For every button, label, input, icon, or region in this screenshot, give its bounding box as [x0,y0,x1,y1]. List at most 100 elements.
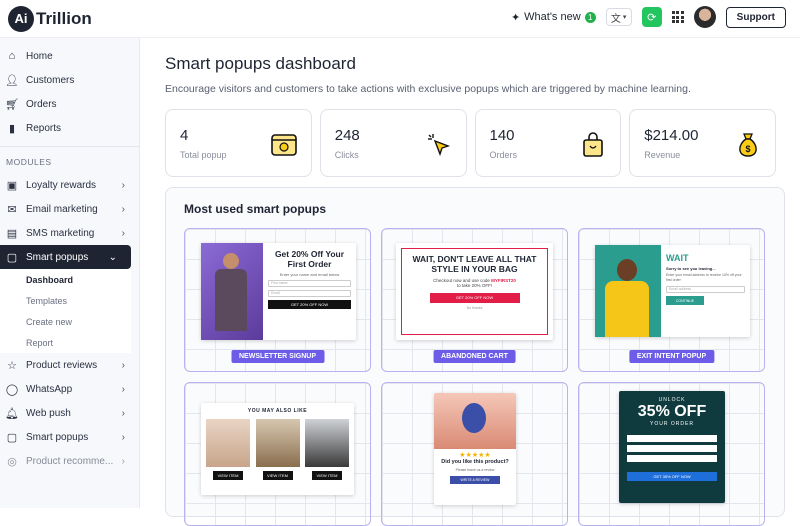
sidebar-item-customers[interactable]: 👤︎ Customers [0,68,139,92]
chevron-right-icon: › [121,179,125,191]
email-field: Email address [666,286,745,294]
popup-card-also-like[interactable]: YOU MAY ALSO LIKE VIEW ITEM VIEW ITEM VI… [184,382,371,526]
popup-icon: ▢ [6,251,18,264]
most-used-popups-panel: Most used smart popups Get 20% Off Your … [165,187,785,526]
sidebar-item-label: Web push [26,407,71,419]
sidebar-item-label: Orders [26,98,57,110]
browser-window-icon [270,132,297,158]
popup-cta-button: CONTINUE [666,296,704,306]
sidebar-item-label: Email marketing [26,203,98,215]
whats-new-button[interactable]: ✦ What's new 1 [511,11,596,24]
sidebar-item-label: Customers [26,74,75,86]
logo[interactable]: Ai Trillion [8,5,92,32]
shopping-bag-icon [580,132,606,158]
page-description: Encourage visitors and customers to take… [165,83,691,95]
view-item-button: VIEW ITEM [312,471,342,480]
cart-icon: 🛒︎ [5,98,19,111]
popup-preview: Get 20% Off Your First Order Enter your … [201,243,356,340]
sidebar-item-label: Product recomme... [26,455,114,467]
popup-cta-button: GET 35% OFF NOW [627,471,717,481]
popup-card-review[interactable]: ★★★★★ Did you like this product? Please … [381,382,568,526]
logo-mark: Ai [8,5,34,32]
submenu-create-new[interactable]: Create new [0,311,131,332]
page-title: Smart popups dashboard [165,54,356,73]
svg-text:$: $ [745,144,750,154]
sidebar-item-orders[interactable]: 🛒︎ Orders [0,92,139,116]
sidebar-item-label: Smart popups [26,431,89,443]
stat-card-total-popup: 4 Total popup [165,109,312,177]
chevron-down-icon: ⌄ [108,251,117,263]
whatsapp-icon: ◯ [5,383,19,396]
sidebar-item-loyalty-rewards[interactable]: ▣ Loyalty rewards › [0,173,139,197]
view-item-button: VIEW ITEM [213,471,243,480]
main-content: Smart popups dashboard Encourage visitor… [141,38,800,526]
popup-type-tag: EXIT INTENT POPUP [628,350,715,363]
sidebar-item-smart-popups-2[interactable]: ▢ Smart popups › [0,425,139,449]
refresh-icon: ⟳ [647,11,657,24]
support-button[interactable]: Support [725,6,786,28]
stats-row: 4 Total popup 248 Clicks 140 Orders $214… [165,109,776,177]
model-photo [434,393,516,449]
modules-heading: MODULES [0,146,139,173]
sidebar-item-web-push[interactable]: 🔔︎ Web push › [0,401,139,425]
form-field [627,454,717,462]
popup-subtext: Sorry to see you leaving... [666,266,716,271]
whats-new-count-badge: 1 [584,11,596,23]
top-header: Ai Trillion ✦ What's new 1 文 ▾ ⟳ Support [0,0,800,38]
sparkle-icon: ✦ [510,11,521,24]
user-avatar[interactable] [693,6,716,28]
popup-preview: UNLOCK 35% OFF YOUR ORDER GET 35% OFF NO… [619,391,725,503]
sidebar-item-product-reviews[interactable]: ☆ Product reviews › [0,353,139,377]
popup-preview: WAIT Sorry to see you leaving... Enter y… [595,245,750,337]
gift-icon: ▣ [6,179,18,192]
popup-headline: Did you like this product? [441,459,509,465]
sidebar-item-sms-marketing[interactable]: ▤ SMS marketing › [0,221,139,245]
popup-headline: Get 20% Off Your First Order [274,249,345,270]
sidebar-item-label: WhatsApp [26,383,73,395]
bell-icon: 🔔︎ [5,407,19,420]
submenu-templates[interactable]: Templates [0,290,131,311]
product-item: VIEW ITEM [206,419,250,480]
popup-cta-button: WRITE A REVIEW [450,475,500,484]
popup-card-unlock-discount[interactable]: UNLOCK 35% OFF YOUR ORDER GET 35% OFF NO… [578,382,765,526]
view-item-button: VIEW ITEM [262,471,293,480]
sidebar-item-reports[interactable]: ▮ Reports [0,116,139,140]
popup-card-abandoned-cart[interactable]: WAIT, DON'T LEAVE ALL THAT STYLE IN YOUR… [381,228,568,372]
form-field [627,434,717,442]
cursor-click-icon [426,132,452,158]
whats-new-label: What's new [524,11,581,23]
sidebar-item-smart-popups[interactable]: ▢ Smart popups ⌄ [0,245,131,269]
popup-card-newsletter[interactable]: Get 20% Off Your First Order Enter your … [184,228,371,372]
chat-icon: ▤ [6,227,18,240]
sync-button[interactable]: ⟳ [641,7,662,27]
mail-icon: ✉ [7,203,17,216]
popup-headline: WAIT, DON'T LEAVE ALL THAT STYLE IN YOUR… [412,254,537,274]
popup-type-tag: ABANDONED CART [433,350,516,363]
star-rating: ★★★★★ [459,452,491,459]
popup-subtext: Please leave us a review [455,467,495,472]
panel-title: Most used smart popups [184,202,327,216]
user-icon: 👤︎ [5,74,19,87]
popup-card-exit-intent[interactable]: WAIT Sorry to see you leaving... Enter y… [578,228,765,372]
apps-grid-icon[interactable] [671,11,684,23]
coupon-code: MYFIRST20 [491,277,516,283]
stat-card-clicks: 248 Clicks [319,109,467,177]
chevron-right-icon: › [121,407,125,419]
translate-icon: 文 [610,13,621,25]
translate-dropdown[interactable]: 文 ▾ [605,8,632,26]
first-name-field: First name [268,280,351,288]
sidebar-item-label: Reports [26,122,62,134]
money-bag-icon: $ [735,132,761,158]
popup-icon: ▢ [6,431,18,444]
popup-body: Enter your email address to receive 10% … [666,273,742,282]
sidebar-item-email-marketing[interactable]: ✉ Email marketing › [0,197,139,221]
logo-text: Trillion [36,8,92,28]
product-item: VIEW ITEM [305,419,349,480]
sidebar-item-whatsapp[interactable]: ◯ WhatsApp › [0,377,139,401]
sidebar-item-product-recommendations[interactable]: ◎ Product recomme... › [0,449,139,473]
sidebar-item-home[interactable]: ⌂ Home [0,44,139,68]
submenu-report[interactable]: Report [0,332,131,353]
popup-preview: WAIT, DON'T LEAVE ALL THAT STYLE IN YOUR… [396,243,553,340]
popup-line2: to take 20% OFF! [456,282,493,288]
submenu-dashboard[interactable]: Dashboard [0,269,131,290]
